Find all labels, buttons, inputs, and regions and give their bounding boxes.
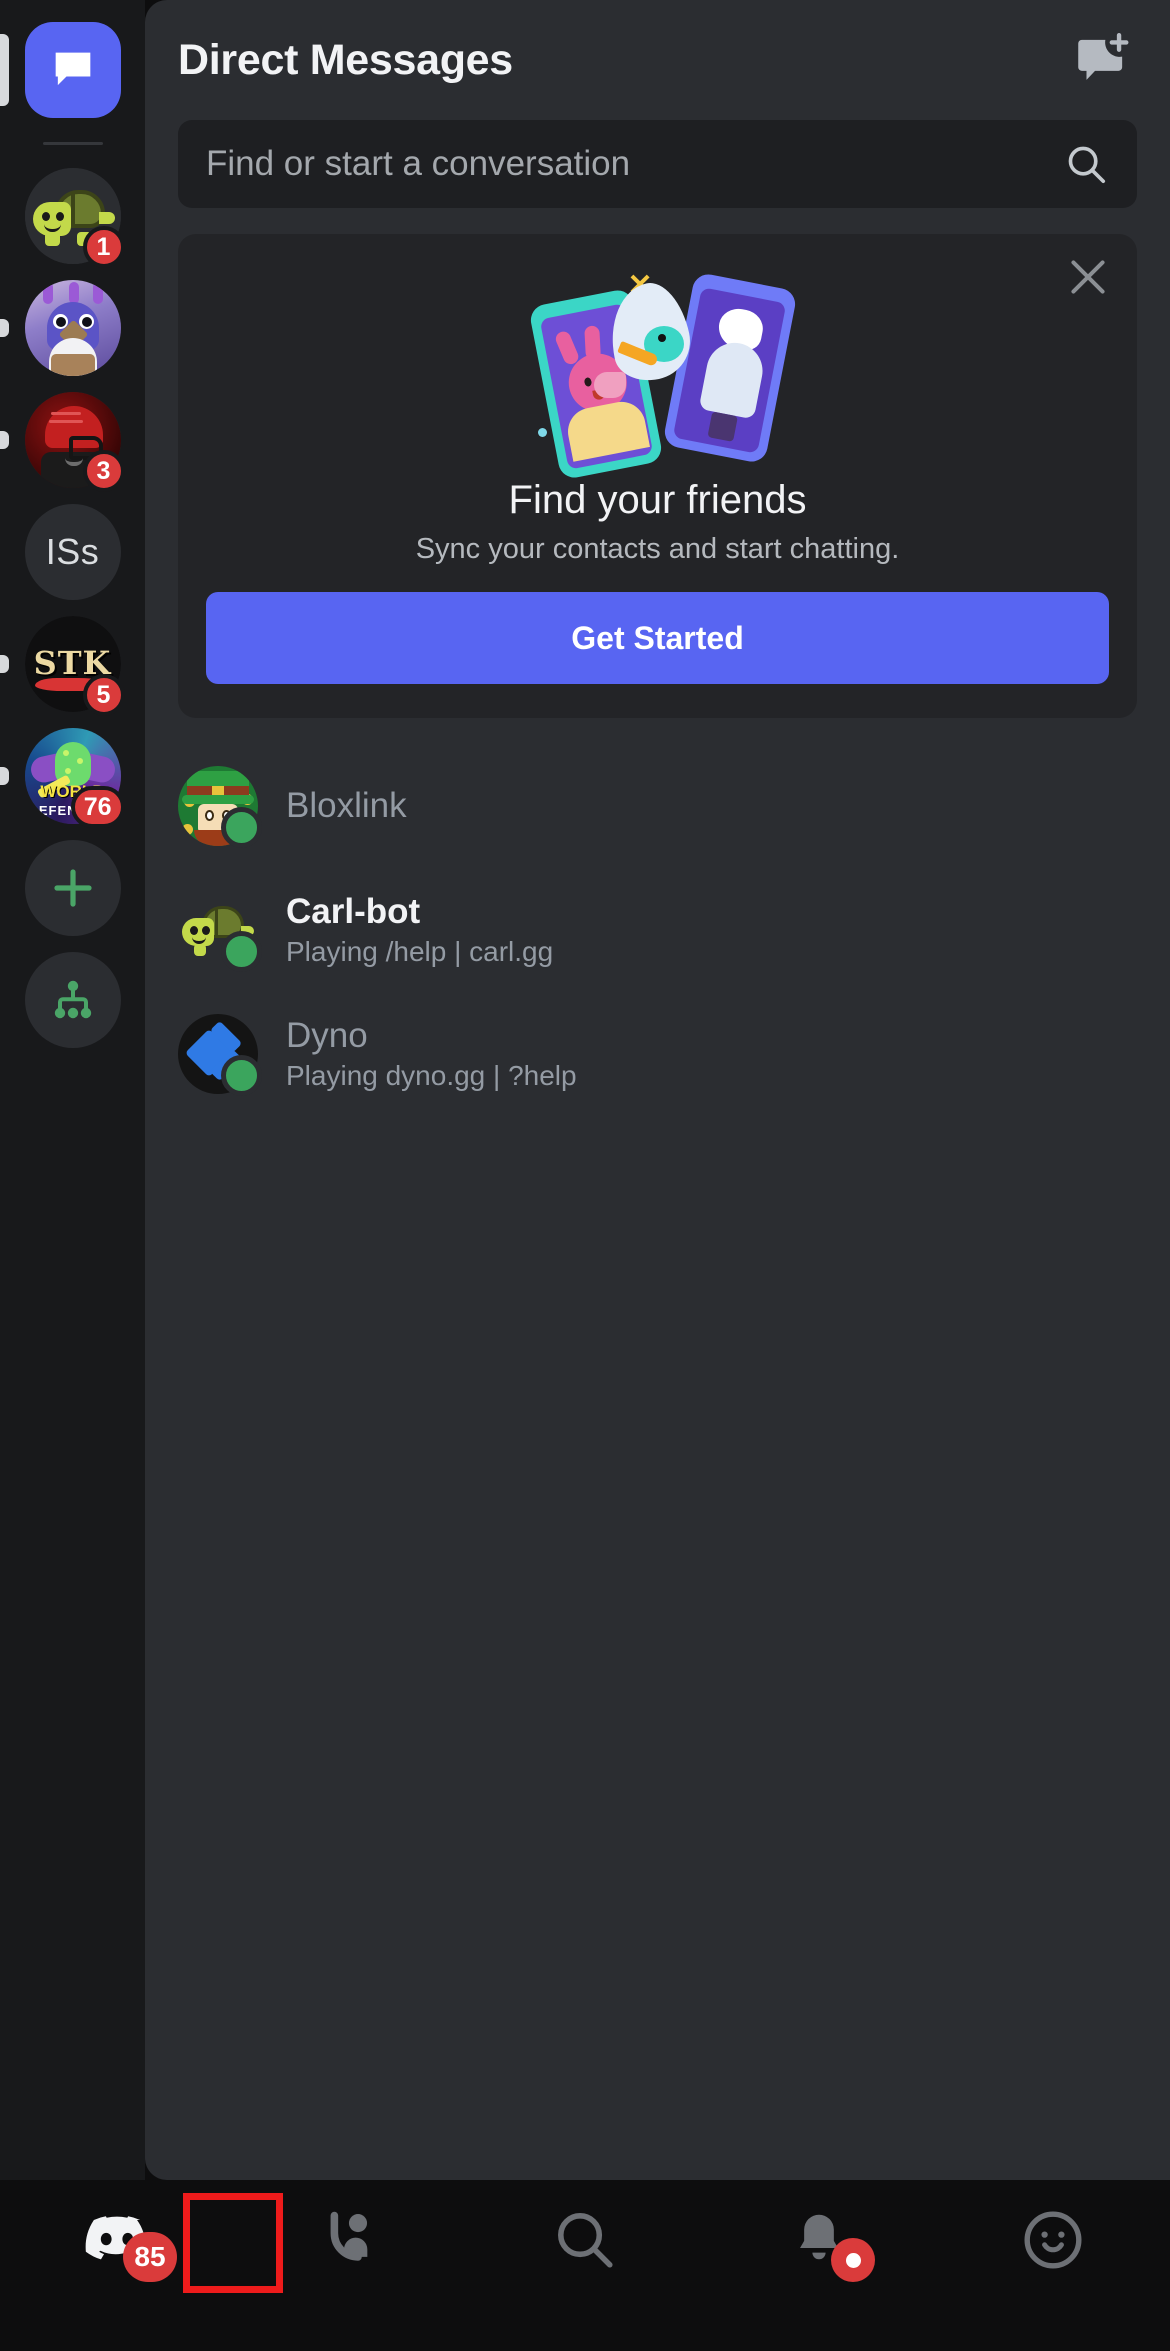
find-friends-illustration: ✕ — [498, 268, 818, 481]
list-item[interactable]: Carl-bot Playing /help | carl.gg — [178, 868, 1137, 992]
panel-header: Direct Messages — [145, 0, 1170, 120]
search-icon — [1068, 146, 1106, 184]
server-item-football[interactable]: 3 — [0, 384, 145, 496]
server-rail[interactable]: 1 3 ISs STK 5 WORLD 76 — [0, 0, 145, 2180]
unread-indicator — [0, 431, 9, 449]
server-avatar-stk[interactable]: STK 5 — [24, 616, 125, 716]
server-item-penguin[interactable] — [0, 272, 145, 384]
friends-icon — [330, 2211, 368, 2261]
status-badge — [221, 931, 262, 972]
server-avatar-world-defenders[interactable]: WORLD DEFENDERS 76 — [24, 728, 125, 828]
server-avatar-iss[interactable]: ISs — [24, 504, 121, 600]
unread-badge: 5 — [82, 674, 125, 716]
close-icon[interactable] — [1063, 252, 1113, 302]
status-badge — [221, 1055, 262, 1096]
notifications-dot-badge — [831, 2238, 875, 2282]
avatar — [178, 890, 262, 972]
home-button-icon[interactable] — [24, 22, 121, 118]
nav-friends[interactable] — [234, 2180, 468, 2351]
server-avatar-football[interactable]: 3 — [24, 392, 125, 492]
nav-notifications[interactable] — [702, 2180, 936, 2351]
list-item-text: Carl-bot Playing /help | carl.gg — [286, 892, 553, 968]
rail-divider — [0, 126, 145, 160]
chat-bubble-icon — [55, 52, 90, 86]
search-bar[interactable]: Find or start a conversation — [178, 120, 1137, 208]
unread-badge: 1 — [82, 226, 125, 268]
nav-search[interactable] — [468, 2180, 702, 2351]
dm-name: Dyno — [286, 1016, 368, 1055]
unread-badge: 76 — [70, 786, 125, 828]
list-item-text: Bloxlink — [286, 786, 407, 826]
nav-servers[interactable]: 85 — [0, 2180, 234, 2351]
list-item[interactable]: Bloxlink — [178, 744, 1137, 868]
search-icon — [558, 2213, 613, 2268]
server-item-stk[interactable]: STK 5 — [0, 608, 145, 720]
find-friends-card: ✕ — [178, 234, 1137, 718]
unread-badge: 3 — [82, 450, 125, 492]
list-item[interactable]: Dyno Playing dyno.gg | ?help — [178, 992, 1137, 1116]
server-item-explore[interactable] — [0, 944, 145, 1056]
dm-name: Bloxlink — [286, 786, 407, 825]
dm-list: Bloxlink Carl-bot Playing /help | carl.g… — [145, 744, 1170, 1116]
unread-indicator — [0, 767, 9, 785]
plus-icon — [53, 869, 92, 907]
dm-activity: Playing /help | carl.gg — [286, 936, 554, 967]
penguin-avatar-icon — [24, 280, 121, 376]
add-server-button[interactable] — [24, 840, 121, 936]
nav-profile[interactable] — [936, 2180, 1170, 2351]
phone-right — [661, 271, 798, 465]
avatar — [178, 766, 262, 848]
unread-indicator — [0, 655, 9, 673]
server-item-home[interactable] — [0, 14, 145, 126]
list-item-text: Dyno Playing dyno.gg | ?help — [286, 1016, 577, 1092]
smiley-face-icon — [1024, 2211, 1082, 2269]
promo-subtitle: Sync your contacts and start chatting. — [415, 533, 900, 565]
page-title: Direct Messages — [178, 35, 513, 84]
bottom-navigation[interactable]: 85 — [0, 2180, 1170, 2351]
hierarchy-tree-icon — [54, 980, 91, 1019]
explore-servers-button[interactable] — [24, 952, 121, 1048]
server-item-turtle[interactable]: 1 — [0, 160, 145, 272]
promo-title: Find your friends — [508, 478, 807, 522]
status-badge — [221, 807, 262, 848]
new-dm-bubble-plus-icon — [1078, 33, 1129, 80]
direct-messages-panel: Direct Messages Find or start a conversa… — [145, 0, 1170, 2180]
server-item-iss[interactable]: ISs — [0, 496, 145, 608]
server-item-world-defenders[interactable]: WORLD DEFENDERS 76 — [0, 720, 145, 832]
get-started-button[interactable]: Get Started — [206, 592, 1109, 684]
discord-mobile-screen: 1 3 ISs STK 5 WORLD 76 Direct Messages F… — [0, 0, 1170, 2351]
server-initials: ISs — [45, 531, 100, 572]
avatar — [178, 1014, 262, 1096]
search-input[interactable]: Find or start a conversation — [206, 144, 630, 184]
dm-activity: Playing dyno.gg | ?help — [286, 1060, 577, 1091]
server-avatar-turtle[interactable]: 1 — [24, 168, 125, 268]
dm-name: Carl-bot — [286, 892, 421, 931]
servers-unread-badge: 85 — [123, 2232, 177, 2282]
unread-indicator — [0, 319, 9, 337]
server-avatar-penguin[interactable] — [24, 280, 121, 376]
selected-indicator — [0, 34, 9, 106]
new-message-icon[interactable] — [1066, 24, 1138, 96]
server-item-add-server[interactable] — [0, 832, 145, 944]
